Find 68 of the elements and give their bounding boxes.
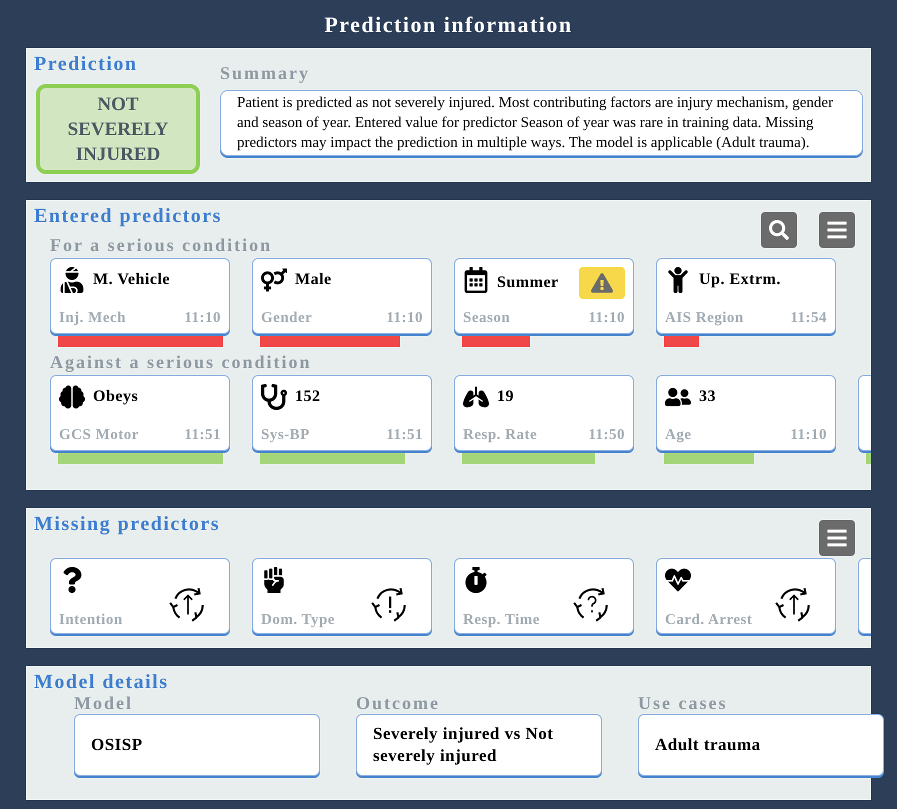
- menu-button[interactable]: [819, 520, 855, 556]
- predictor-label: AIS Region: [665, 308, 744, 328]
- predictor-value: M. Vehicle: [93, 270, 170, 290]
- field-value: Adult trauma: [638, 714, 884, 776]
- predictor-label: Age: [665, 426, 692, 444]
- search-icon: [769, 220, 789, 240]
- predictor-label: Sys-BP: [261, 426, 310, 444]
- field-label: Outcome: [356, 694, 441, 712]
- predictor-value: Up. Extrm.: [699, 270, 781, 290]
- predictor-label: GCS Motor: [59, 426, 139, 444]
- predictor-label: Inj. Mech: [59, 308, 126, 328]
- predictor-label: Card. Arrest: [665, 610, 752, 630]
- section-heading: Model details: [34, 670, 170, 694]
- predictor-label: Resp. Time: [463, 610, 540, 630]
- lungs-icon: [463, 384, 489, 410]
- group-label: Against a serious condition: [50, 353, 313, 371]
- stethoscope-icon: [261, 384, 287, 410]
- entry-time: 11:10: [184, 308, 221, 328]
- injured-person-icon: [59, 267, 85, 293]
- summary-text: Patient is predicted as not severely injured. Most contributing factors are injury mechanism, gender and season of year. Entered value for predictor Season of year was rare in training data. Missing predictors may impact the prediction in multiple ways. The model is applicable (Adult trauma).: [220, 90, 863, 156]
- predictor-card[interactable]: 152 Sys-BP 11:51: [252, 375, 432, 451]
- predictor-card[interactable]: 33 Age 11:10: [656, 375, 836, 451]
- predictor-label: Season: [463, 308, 510, 328]
- prediction-result: NOT SEVERELY INJURED: [36, 84, 200, 174]
- entry-time: 11:10: [790, 426, 827, 444]
- menu-icon: [826, 219, 848, 241]
- window-title: Prediction information: [323, 10, 574, 38]
- field-label: Use cases: [638, 694, 728, 712]
- brain-icon: [59, 384, 85, 410]
- predictor-label: Resp. Rate: [463, 426, 538, 444]
- search-button[interactable]: [761, 212, 797, 248]
- predictor-value: 152: [295, 387, 320, 407]
- group-label: For a serious condition: [50, 236, 274, 254]
- entry-time: 11:51: [184, 426, 221, 444]
- entry-time: 11:50: [588, 426, 625, 444]
- section-heading: Missing predictors: [34, 512, 220, 536]
- predictor-card[interactable]: Up. Extrm. AIS Region 11:54: [656, 258, 836, 334]
- predictor-value: 33: [699, 387, 716, 407]
- predictor-label: Dom. Type: [261, 610, 335, 630]
- predictor-label: Gender: [261, 308, 312, 328]
- warning-badge[interactable]: [579, 267, 625, 299]
- predictor-card[interactable]: Obeys GCS Motor 11:51: [50, 375, 230, 451]
- predictor-card[interactable]: Male Gender 11:10: [252, 258, 432, 334]
- section-heading: Prediction: [34, 52, 139, 76]
- entry-time: 11:10: [588, 308, 625, 328]
- heart-icon: [665, 567, 691, 593]
- calendar-icon: [463, 267, 489, 293]
- predictor-value: Obeys: [93, 387, 138, 407]
- predictor-card[interactable]: M. Vehicle Inj. Mech 11:10: [50, 258, 230, 334]
- entry-time: 11:54: [790, 308, 827, 328]
- field-value: OSISP: [74, 714, 320, 776]
- predictor-label: Intention: [59, 610, 123, 630]
- predictor-card[interactable]: 19 Resp. Rate 11:50: [454, 375, 634, 451]
- gender-symbol-icon: [261, 267, 287, 293]
- summary-label: Summary: [220, 64, 311, 82]
- entry-time: 11:51: [386, 426, 423, 444]
- stopwatch-icon: [463, 567, 489, 593]
- predictor-card[interactable]: Summer Season 11:10: [454, 258, 634, 334]
- menu-icon: [826, 527, 848, 549]
- predictor-value: Summer: [497, 273, 559, 293]
- field-value: Severely injured vs Not severely injured: [356, 714, 602, 776]
- section-heading: Entered predictors: [34, 204, 222, 228]
- predictor-value: Male: [295, 270, 332, 290]
- entry-time: 11:10: [386, 308, 423, 328]
- menu-button[interactable]: [819, 212, 855, 248]
- field-label: Model: [74, 694, 134, 712]
- predictor-value: 19: [497, 387, 514, 407]
- warning-icon: [591, 272, 613, 294]
